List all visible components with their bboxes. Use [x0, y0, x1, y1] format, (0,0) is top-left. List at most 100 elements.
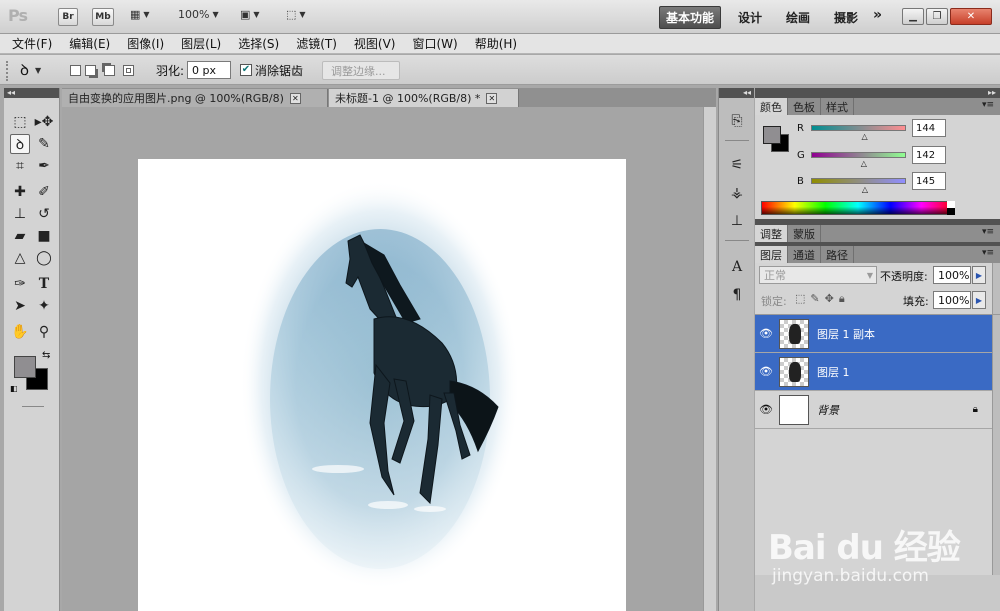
- menu-edit[interactable]: 编辑(E): [69, 35, 110, 52]
- zoom-level-dropdown[interactable]: 100% ▼: [178, 8, 219, 21]
- antialias-checkbox[interactable]: ✔ 消除锯齿: [240, 61, 303, 79]
- fill-input[interactable]: 100%: [933, 291, 971, 309]
- rectangular-marquee-tool[interactable]: ⬚: [10, 112, 30, 132]
- zoom-tool[interactable]: ⚲: [34, 322, 54, 342]
- close-button[interactable]: ✕: [950, 8, 992, 25]
- green-value-field[interactable]: 142: [912, 146, 946, 164]
- blue-slider[interactable]: △: [811, 178, 906, 194]
- move-tool[interactable]: ▸✥: [34, 112, 54, 132]
- more-workspaces-button[interactable]: »: [873, 7, 882, 23]
- menu-image[interactable]: 图像(I): [127, 35, 164, 52]
- clone-source-icon[interactable]: ⊥: [726, 210, 748, 232]
- layer-row[interactable]: 👁︎ 图层 1 副本: [755, 315, 992, 353]
- options-grip[interactable]: [6, 61, 10, 81]
- layers-scrollbar[interactable]: [992, 315, 1000, 575]
- restore-button[interactable]: ❐: [926, 8, 948, 25]
- color-spectrum-ramp[interactable]: [761, 201, 955, 215]
- panel-menu-icon[interactable]: ▾≡: [982, 227, 994, 237]
- brush-presets-icon[interactable]: ⚟: [726, 154, 748, 176]
- menu-layer[interactable]: 图层(L): [181, 35, 221, 52]
- document-canvas[interactable]: [138, 159, 626, 611]
- tab-color[interactable]: 颜色: [755, 98, 788, 115]
- lasso-tool[interactable]: ꝺ: [10, 134, 30, 154]
- close-icon[interactable]: ✕: [289, 92, 301, 104]
- menu-view[interactable]: 视图(V): [354, 35, 396, 52]
- blur-tool[interactable]: △: [10, 248, 30, 268]
- hand-tool[interactable]: ✋: [10, 322, 30, 342]
- eye-icon[interactable]: 👁︎: [755, 327, 777, 340]
- minimize-button[interactable]: ▁: [902, 8, 924, 25]
- dodge-tool[interactable]: ◯: [34, 248, 54, 268]
- workspace-design[interactable]: 设计: [738, 9, 762, 26]
- feather-input[interactable]: 0 px: [187, 61, 231, 79]
- foreground-color-swatch[interactable]: [14, 356, 36, 378]
- menu-filter[interactable]: 滤镜(T): [296, 35, 337, 52]
- close-icon[interactable]: ✕: [486, 92, 498, 104]
- tab-layers[interactable]: 图层: [755, 246, 788, 263]
- tab-swatches[interactable]: 色板: [788, 98, 821, 115]
- panel-menu-icon[interactable]: ▾≡: [982, 100, 994, 110]
- quick-selection-tool[interactable]: ✎: [34, 134, 54, 154]
- intersect-selection-icon[interactable]: [123, 64, 134, 76]
- lock-icons[interactable]: ⬚✎✥🔒︎: [795, 292, 850, 306]
- arrange-documents-button[interactable]: ▣ ▼: [240, 8, 260, 21]
- tab-styles[interactable]: 样式: [821, 98, 854, 115]
- workspace-essentials[interactable]: 基本功能: [659, 6, 722, 29]
- tab-document-1[interactable]: 自由变换的应用图片.png @ 100%(RGB/8) ✕: [62, 89, 328, 107]
- tool-preset-picker[interactable]: ꝺ ▼: [20, 61, 41, 79]
- pen-tool[interactable]: ✑: [10, 274, 30, 294]
- gradient-tool[interactable]: ■: [34, 226, 54, 246]
- menu-window[interactable]: 窗口(W): [412, 35, 457, 52]
- green-slider[interactable]: △: [811, 152, 906, 168]
- vertical-scrollbar[interactable]: [703, 107, 716, 611]
- bridge-button[interactable]: Br: [58, 8, 78, 26]
- brush-tool[interactable]: ✐: [34, 182, 54, 202]
- history-brush-tool[interactable]: ↺: [34, 204, 54, 224]
- clone-stamp-tool[interactable]: ⊥: [10, 204, 30, 224]
- custom-shape-tool[interactable]: ✦: [34, 296, 54, 316]
- healing-brush-tool[interactable]: ✚: [10, 182, 30, 202]
- mini-bridge-button[interactable]: Mb: [92, 8, 114, 26]
- slider-thumb-icon[interactable]: △: [862, 185, 868, 194]
- tab-paths[interactable]: 路径: [821, 246, 854, 263]
- tab-masks[interactable]: 蒙版: [788, 225, 821, 242]
- slider-thumb-icon[interactable]: △: [861, 159, 867, 168]
- crop-tool[interactable]: ⌗: [10, 156, 30, 176]
- menu-help[interactable]: 帮助(H): [475, 35, 517, 52]
- opacity-input[interactable]: 100%: [933, 266, 971, 284]
- type-tool[interactable]: T: [34, 274, 54, 294]
- blue-value-field[interactable]: 145: [912, 172, 946, 190]
- panels-collapse-toggle[interactable]: ▸▸: [755, 88, 1000, 98]
- red-value-field[interactable]: 144: [912, 119, 946, 137]
- view-extras-button[interactable]: ▦ ▼: [130, 8, 150, 21]
- fill-slider-toggle[interactable]: ▶: [972, 291, 986, 309]
- paragraph-panel-icon[interactable]: ¶: [726, 284, 748, 306]
- eye-icon[interactable]: 👁︎: [755, 365, 777, 378]
- strip-expand-toggle[interactable]: ◂◂: [719, 88, 754, 98]
- layers-scrollbar[interactable]: [992, 263, 1000, 314]
- blend-mode-dropdown[interactable]: 正常 ▼: [759, 266, 877, 284]
- subtract-from-selection-icon[interactable]: [104, 64, 115, 76]
- tab-adjustments[interactable]: 调整: [755, 225, 788, 242]
- eye-icon[interactable]: 👁︎: [755, 403, 777, 416]
- brush-panel-icon[interactable]: ⚶: [726, 182, 748, 204]
- eraser-tool[interactable]: ▰: [10, 226, 30, 246]
- path-selection-tool[interactable]: ➤: [10, 296, 30, 316]
- default-colors-icon[interactable]: ◧: [10, 384, 18, 393]
- toolbox-collapse-toggle[interactable]: ◂◂: [4, 88, 59, 98]
- menu-file[interactable]: 文件(F): [12, 35, 52, 52]
- foreground-color-swatch[interactable]: [763, 126, 781, 144]
- layer-row[interactable]: 👁︎ 图层 1: [755, 353, 992, 391]
- eyedropper-tool[interactable]: ✒: [34, 156, 54, 176]
- tab-document-2[interactable]: 未标题-1 @ 100%(RGB/8) * ✕: [329, 89, 519, 107]
- add-to-selection-icon[interactable]: [85, 64, 96, 76]
- black-white-ramp[interactable]: [947, 201, 955, 215]
- menu-select[interactable]: 选择(S): [238, 35, 279, 52]
- red-slider[interactable]: △: [811, 125, 906, 141]
- slider-thumb-icon[interactable]: △: [861, 132, 867, 141]
- new-selection-icon[interactable]: [70, 64, 81, 76]
- opacity-slider-toggle[interactable]: ▶: [972, 266, 986, 284]
- screen-mode-button[interactable]: ⬚ ▼: [286, 8, 306, 21]
- document-window[interactable]: [62, 107, 716, 611]
- history-panel-icon[interactable]: ⎘: [726, 110, 748, 132]
